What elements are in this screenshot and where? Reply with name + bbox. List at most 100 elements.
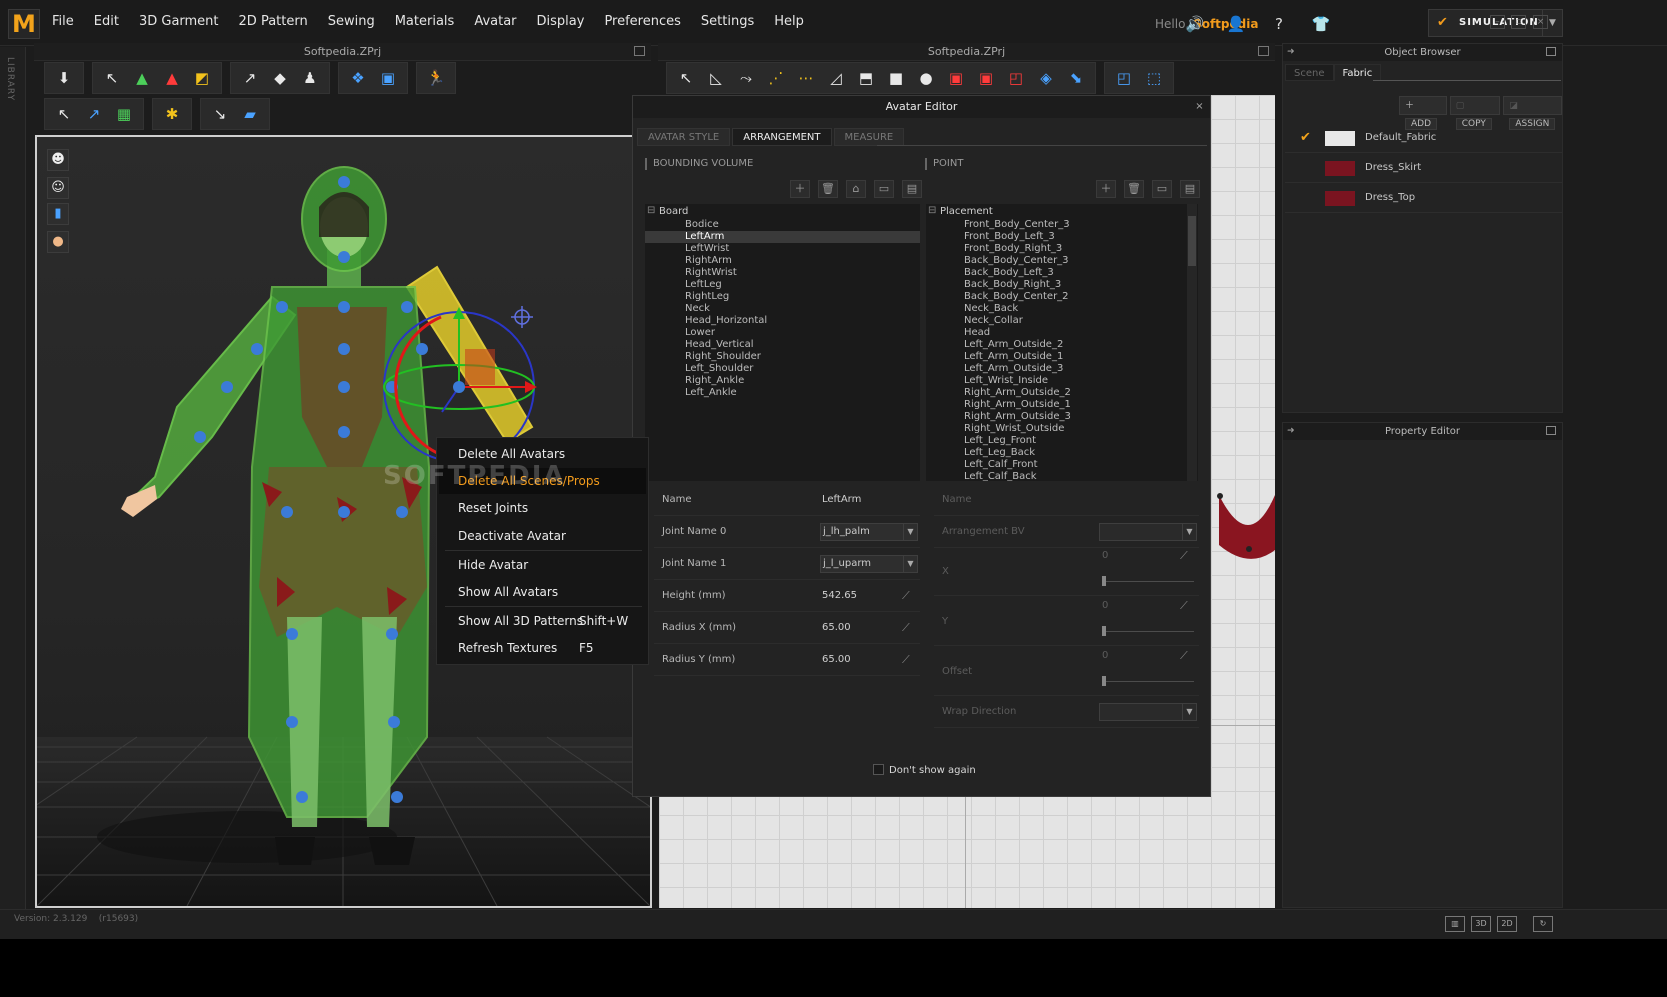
transform-texture-2d-icon[interactable]: ⬚ — [1141, 66, 1167, 90]
tree-item[interactable]: LeftLeg — [645, 279, 920, 291]
pin-arrow-icon[interactable]: ➜ — [1287, 44, 1295, 61]
tree-item[interactable]: Back_Body_Left_3 — [926, 267, 1198, 279]
point-tree-scrollbar[interactable] — [1187, 204, 1197, 481]
tab-fabric[interactable]: Fabric — [1333, 64, 1382, 81]
tree-item[interactable]: Back_Body_Right_3 — [926, 279, 1198, 291]
tree-item[interactable]: Left_Calf_Back — [926, 471, 1198, 481]
tree-item[interactable]: Left_Calf_Front — [926, 459, 1198, 471]
menu-preferences[interactable]: Preferences — [604, 14, 680, 29]
checkbox-box[interactable] — [873, 764, 884, 775]
menu-help[interactable]: Help — [774, 14, 804, 29]
delete-icon[interactable]: 🗑 — [818, 180, 838, 198]
radius-y-input[interactable]: 65.00 — [822, 644, 851, 676]
dont-show-again-checkbox[interactable]: Don't show again — [873, 764, 976, 776]
grid-texture-icon[interactable]: ▦ — [111, 102, 137, 126]
add-fabric-button[interactable]: ＋ ADD — [1399, 96, 1447, 130]
menu-show-all-avatars[interactable]: Show All Avatars — [439, 579, 646, 605]
pin-icon[interactable]: ⟋ — [1180, 640, 1188, 672]
avatar-editor-title[interactable]: Avatar Editor — [633, 96, 1210, 118]
tree-root-placement[interactable]: Placement — [928, 205, 993, 217]
arrangement-bv-select[interactable]: ▼ — [1099, 523, 1197, 541]
add-icon[interactable]: ＋ — [1096, 180, 1116, 198]
tree-item[interactable]: Right_Arm_Outside_2 — [926, 387, 1198, 399]
rectangle-icon[interactable]: ■ — [883, 66, 909, 90]
minimize-icon[interactable]: – — [1490, 15, 1505, 29]
folder-icon[interactable]: ▭ — [1152, 180, 1172, 198]
polygon-icon[interactable]: ⬒ — [853, 66, 879, 90]
skin-view-icon[interactable]: ● — [47, 231, 69, 253]
fabric-item[interactable]: ✔ Default_Fabric — [1285, 124, 1562, 153]
slider-knob[interactable] — [1102, 576, 1106, 586]
pin-icon[interactable]: ⟋ — [902, 644, 910, 676]
edit-texture-icon[interactable]: ↖ — [51, 102, 77, 126]
pin-icon[interactable]: ⟋ — [902, 580, 910, 612]
garment-view-icon[interactable]: ▮ — [47, 203, 69, 225]
maximize-icon[interactable] — [634, 46, 645, 56]
tree-item[interactable]: Right_Arm_Outside_1 — [926, 399, 1198, 411]
download-arrow-icon[interactable]: ⬇ — [51, 66, 77, 90]
free-sewing-icon[interactable]: ▣ — [973, 66, 999, 90]
tree-item[interactable]: Front_Body_Left_3 — [926, 231, 1198, 243]
bounding-volume-icon[interactable]: ▣ — [375, 66, 401, 90]
internal-line-icon[interactable]: ◿ — [823, 66, 849, 90]
tab-scene[interactable]: Scene — [1285, 64, 1334, 81]
menu-reset-joints[interactable]: Reset Joints — [439, 495, 646, 521]
circle-icon[interactable]: ● — [913, 66, 939, 90]
transform-pattern-icon[interactable]: ↖ — [673, 66, 699, 90]
view-2d-button[interactable]: 2D — [1497, 916, 1517, 932]
menu-materials[interactable]: Materials — [395, 14, 455, 29]
avatar-pose-icon[interactable]: ♟ — [297, 66, 323, 90]
tree-item[interactable]: Neck_Collar — [926, 315, 1198, 327]
tree-item[interactable]: RightWrist — [645, 267, 920, 279]
copy-fabric-button[interactable]: ▢ COPY — [1449, 96, 1501, 130]
tree-item[interactable]: Lower — [645, 327, 920, 339]
transform-texture-icon[interactable]: ↗ — [81, 102, 107, 126]
tree-item[interactable]: Front_Body_Center_3 — [926, 219, 1198, 231]
tree-item[interactable]: Left_Ankle — [645, 387, 920, 399]
tree-item[interactable]: Bodice — [645, 219, 920, 231]
save-icon[interactable]: ▤ — [902, 180, 922, 198]
tree-item[interactable]: Left_Arm_Outside_1 — [926, 351, 1198, 363]
tree-item[interactable]: Left_Arm_Outside_2 — [926, 339, 1198, 351]
save-icon[interactable]: ▤ — [1180, 180, 1200, 198]
motion-icon[interactable]: 🏃 — [423, 66, 449, 90]
menu-show-all-3d-patterns[interactable]: Show All 3D Patterns Shift+W — [439, 608, 646, 634]
menu-3d-garment[interactable]: 3D Garment — [139, 14, 219, 29]
y-slider[interactable] — [1102, 626, 1194, 636]
fold-icon[interactable]: ◈ — [1033, 66, 1059, 90]
height-input[interactable]: 542.65 — [822, 580, 857, 612]
radius-x-input[interactable]: 65.00 — [822, 612, 851, 644]
wrap-direction-select[interactable]: ▼ — [1099, 703, 1197, 721]
menu-hide-avatar[interactable]: Hide Avatar — [439, 552, 646, 578]
tree-item[interactable]: Left_Leg_Front — [926, 435, 1198, 447]
restore-icon[interactable]: ▫ — [1511, 15, 1526, 29]
library-strip[interactable]: LIBRARY — [0, 47, 26, 967]
edit-curvature-icon[interactable]: ⤳ — [733, 66, 759, 90]
tree-item[interactable]: Right_Arm_Outside_3 — [926, 411, 1198, 423]
refresh-icon[interactable]: ↻ — [1533, 916, 1553, 932]
user-icon[interactable]: 👤 — [1226, 14, 1246, 34]
add-icon[interactable]: ＋ — [790, 180, 810, 198]
view-3d-button[interactable]: 3D — [1471, 916, 1491, 932]
menu-display[interactable]: Display — [537, 14, 585, 29]
menu-2d-pattern[interactable]: 2D Pattern — [239, 14, 308, 29]
pin-icon[interactable]: ⟋ — [902, 612, 910, 644]
tree-item[interactable]: Neck_Back — [926, 303, 1198, 315]
tree-item[interactable]: Left_Leg_Back — [926, 447, 1198, 459]
tree-item[interactable]: Right_Wrist_Outside — [926, 423, 1198, 435]
tree-item[interactable]: RightLeg — [645, 291, 920, 303]
offset-slider[interactable] — [1102, 676, 1194, 686]
tree-item[interactable]: Left_Shoulder — [645, 363, 920, 375]
tree-item[interactable]: Left_Arm_Outside_3 — [926, 363, 1198, 375]
maximize-icon[interactable] — [1546, 426, 1556, 435]
tree-item-selected[interactable]: LeftArm — [645, 231, 920, 243]
tree-item[interactable]: Right_Shoulder — [645, 351, 920, 363]
scrollbar-thumb[interactable] — [1188, 216, 1196, 266]
tree-item[interactable]: RightArm — [645, 255, 920, 267]
edit-texture-2d-icon[interactable]: ◰ — [1111, 66, 1137, 90]
menu-settings[interactable]: Settings — [701, 14, 754, 29]
folder-icon[interactable]: ▭ — [874, 180, 894, 198]
tack-icon[interactable]: ◰ — [1003, 66, 1029, 90]
select-mesh-icon[interactable]: ▲ — [159, 66, 185, 90]
tree-item[interactable]: Head_Horizontal — [645, 315, 920, 327]
